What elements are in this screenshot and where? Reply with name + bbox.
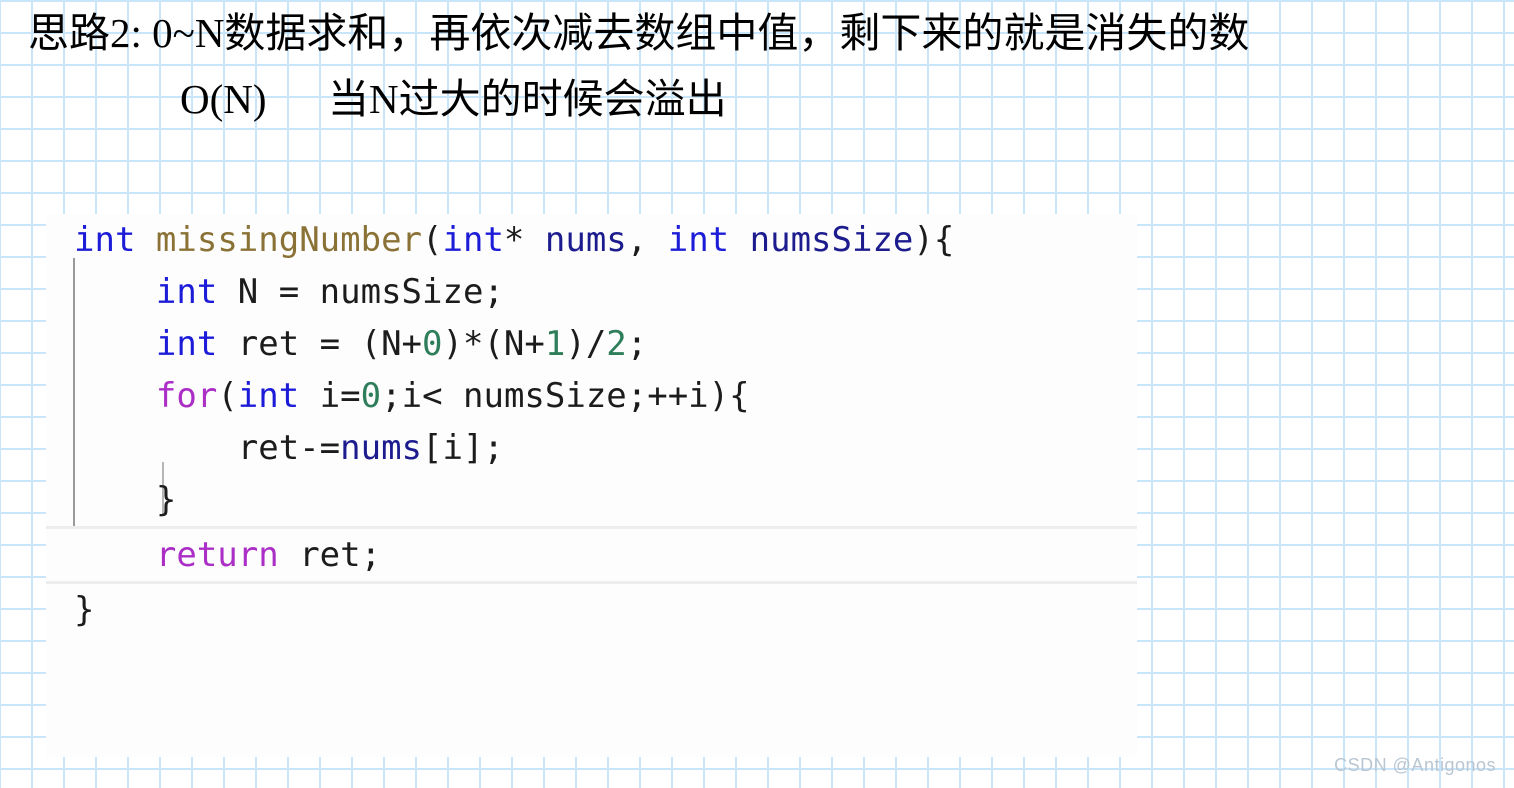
code-token-plain: numsSize — [319, 272, 484, 312]
watermark-label: CSDN @Antigonos — [1334, 755, 1496, 775]
code-token-keyword: int — [442, 220, 504, 260]
code-line[interactable]: } — [46, 584, 1137, 636]
code-token-keyword: int — [155, 272, 218, 312]
code-token-punct: ; — [626, 324, 648, 364]
notes-page: 思路2: 0~N数据求和，再依次减去数组中值，剩下来的就是消失的数 O(N) 当… — [0, 0, 1514, 788]
code-token-param: nums — [340, 428, 423, 468]
code-line[interactable]: ret-=nums[i]; — [46, 422, 1137, 474]
code-token-punct: * — [503, 220, 545, 260]
code-token-number: 0 — [360, 376, 382, 416]
code-token-punct: )*(N+ — [442, 324, 545, 364]
code-line[interactable]: } — [46, 474, 1137, 526]
code-token-punct: ; — [483, 272, 504, 312]
code-snippet-card: int missingNumber(int* nums, int numsSiz… — [46, 214, 1137, 757]
code-token-punct: ( — [422, 220, 443, 260]
code-token-number: 1 — [544, 324, 566, 364]
code-token-punct: } — [74, 590, 95, 630]
code-token-plain: i= — [299, 376, 361, 416]
code-line[interactable]: int ret = (N+0)*(N+1)/2; — [46, 318, 1137, 370]
code-token-keyword: int — [74, 220, 136, 260]
code-token-param: nums — [544, 220, 627, 260]
code-token-plain: N = — [217, 272, 320, 312]
heading-line-approach: 思路2: 0~N数据求和，再依次减去数组中值，剩下来的就是消失的数 — [28, 10, 1250, 56]
code-line[interactable]: int missingNumber(int* nums, int numsSiz… — [46, 214, 1137, 266]
code-line[interactable]: for(int i=0;i< numsSize;++i){ — [46, 370, 1137, 422]
code-token-keyword: int — [667, 220, 730, 260]
code-token-number: 2 — [606, 324, 627, 364]
code-token-control: return — [155, 535, 279, 575]
code-token-plain: ;i< numsSize;++i){ — [381, 376, 750, 416]
code-token-punct: )/ — [565, 324, 607, 364]
code-token-plain: ret = (N+ — [217, 324, 423, 364]
code-token-punct: [i]; — [422, 428, 504, 468]
note-heading: 思路2: 0~N数据求和，再依次减去数组中值，剩下来的就是消失的数 O(N) 当… — [0, 0, 1514, 132]
code-token-number: 0 — [422, 324, 443, 364]
code-token-punct: } — [74, 480, 177, 520]
code-token-punct: , — [626, 220, 668, 260]
code-token-keyword: int — [155, 324, 218, 364]
code-token-plain: ret; — [278, 535, 382, 575]
code-token-punct: ( — [217, 376, 238, 416]
code-token-function: missingNumber — [155, 220, 423, 260]
code-line[interactable]: int N = numsSize; — [46, 266, 1137, 318]
code-token-plain: ret-= — [237, 428, 341, 468]
heading-line-complexity: O(N) 当N过大的时候会溢出 — [180, 76, 727, 122]
code-token-param: numsSize — [749, 220, 914, 260]
code-token-control: for — [155, 376, 218, 416]
code-token-punct: ){ — [913, 220, 955, 260]
code-line-current[interactable]: return ret; — [46, 526, 1137, 584]
code-block: int missingNumber(int* nums, int numsSiz… — [46, 214, 1137, 757]
code-token-keyword: int — [237, 376, 300, 416]
